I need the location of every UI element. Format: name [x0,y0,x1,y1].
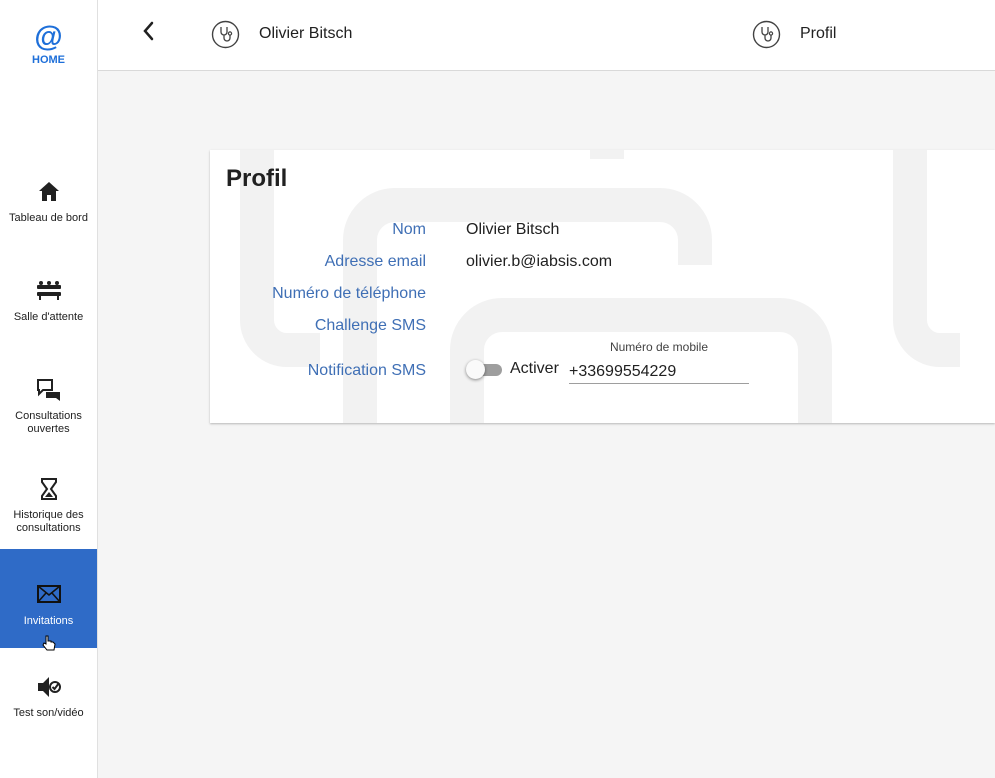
sms-notification-toggle[interactable] [466,360,502,380]
sidebar-item-label: Tableau de bord [9,212,88,224]
sidebar-item-open-consultations[interactable]: Consultations ouvertes [0,377,97,476]
sidebar-item-sound-video-test[interactable]: Test son/vidéo [0,674,97,773]
sidebar-item-label: Consultations ouvertes [15,410,82,435]
sidebar-item-label: Test son/vidéo [13,707,84,719]
hourglass-icon [40,478,57,500]
toggle-thumb [466,360,485,379]
user-name: Olivier Bitsch [259,25,353,42]
email-label: Adresse email [324,253,426,270]
mobile-number-label: Numéro de mobile [609,340,709,354]
sidebar-item-label: Invitations [23,615,74,627]
at-logo-icon: @ [34,21,63,53]
top-bar: Olivier Bitsch Profil [98,0,995,71]
stethoscope-icon [211,20,240,49]
home-logo[interactable]: @ HOME [0,22,97,66]
stethoscope-icon [752,20,781,49]
home-label: HOME [32,54,65,66]
sidebar-item-dashboard[interactable]: Tableau de bord [0,179,97,278]
email-value: olivier.b@iabsis.com [466,253,613,270]
sidebar-item-label: Historique des consultations [13,509,84,534]
name-label: Nom [392,221,426,238]
sms-toggle-label: Activer [510,360,559,377]
chat-bubbles-icon [36,379,60,401]
profile-title: Profil [226,165,288,192]
notification-sms-label: Notification SMS [307,362,426,379]
sidebar-item-waiting-room[interactable]: Salle d'attente [0,278,97,377]
back-arrow-icon[interactable] [136,18,162,44]
mail-icon [36,585,61,603]
mobile-number-field: Numéro de mobile [569,340,749,386]
home-icon [38,182,59,201]
phone-label: Numéro de téléphone [272,285,426,302]
waiting-room-icon [36,281,61,300]
name-value: Olivier Bitsch [466,221,560,238]
profile-card: Profil Nom Olivier Bitsch Adresse email … [210,150,995,423]
speaker-check-icon [37,677,61,697]
mobile-number-input[interactable] [569,360,749,384]
hand-cursor-icon [42,635,56,651]
sidebar-item-invitations[interactable]: Invitations [0,549,97,648]
page-title: Profil [800,25,837,42]
sidebar-item-label: Salle d'attente [13,311,84,323]
challenge-sms-label: Challenge SMS [314,317,426,334]
sidebar: @ HOME Tableau de bord Salle d'attente C… [0,0,98,778]
